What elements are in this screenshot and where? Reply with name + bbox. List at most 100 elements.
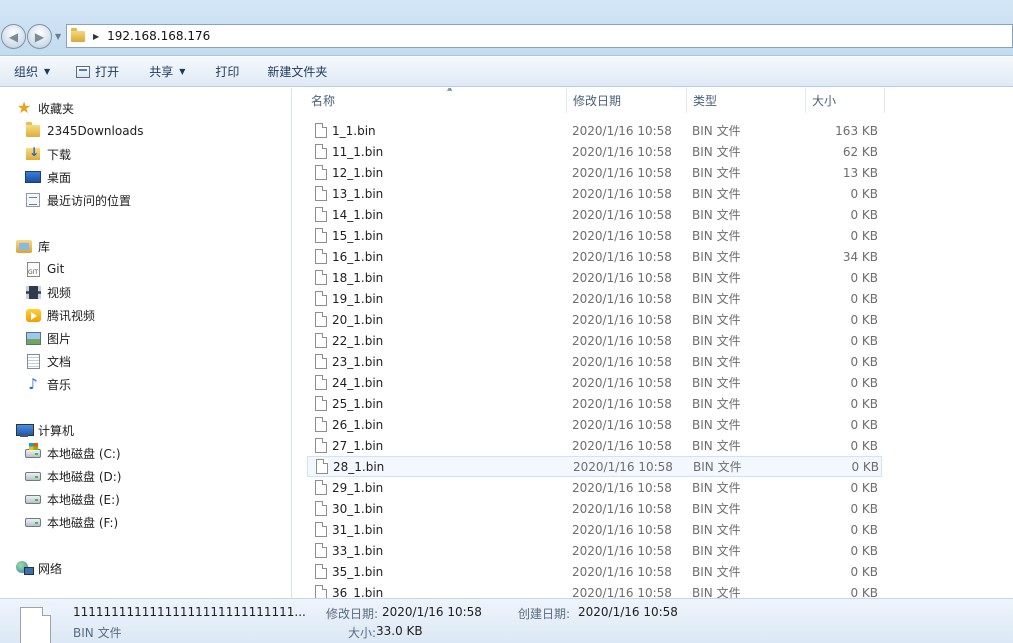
back-button[interactable]: ◀ <box>1 24 26 49</box>
music-icon: ♪ <box>28 375 38 393</box>
file-type: BIN 文件 <box>692 565 741 579</box>
file-row[interactable]: 25_1.bin 2020/1/16 10:58 BIN 文件 0 KB <box>307 393 882 414</box>
sidebar-item-label: 2345Downloads <box>47 124 144 138</box>
sidebar-item-label: 本地磁盘 (E:) <box>47 492 120 507</box>
sidebar-item-label: 网络 <box>38 561 63 576</box>
file-row[interactable]: 11_1.bin 2020/1/16 10:58 BIN 文件 62 KB <box>307 141 882 162</box>
address-path[interactable]: 192.168.168.176 <box>107 29 210 43</box>
file-icon <box>315 144 327 159</box>
sidebar-item-downloads[interactable]: 下载 <box>25 143 71 165</box>
file-row[interactable]: 20_1.bin 2020/1/16 10:58 BIN 文件 0 KB <box>307 309 882 330</box>
file-row[interactable]: 23_1.bin 2020/1/16 10:58 BIN 文件 0 KB <box>307 351 882 372</box>
file-row[interactable]: 29_1.bin 2020/1/16 10:58 BIN 文件 0 KB <box>307 477 882 498</box>
file-name: 36_1.bin <box>332 585 384 599</box>
file-row[interactable]: 35_1.bin 2020/1/16 10:58 BIN 文件 0 KB <box>307 561 882 582</box>
sidebar-item-drive-e[interactable]: 本地磁盘 (E:) <box>25 488 120 510</box>
file-row[interactable]: 12_1.bin 2020/1/16 10:58 BIN 文件 13 KB <box>307 162 882 183</box>
column-header-type[interactable]: 类型 <box>687 88 806 113</box>
sidebar-item-recent-places[interactable]: 最近访问的位置 <box>25 189 131 211</box>
organize-button[interactable]: 组织 ▼ <box>6 60 58 84</box>
forward-button[interactable]: ▶ <box>27 24 52 49</box>
new-folder-button[interactable]: 新建文件夹 <box>259 60 335 84</box>
file-modified-date: 2020/1/16 10:58 <box>572 123 672 138</box>
folder-icon <box>71 27 85 42</box>
column-header-size[interactable]: 大小 <box>806 88 885 113</box>
file-name: 12_1.bin <box>332 165 384 180</box>
file-icon <box>315 543 327 558</box>
file-name: 1_1.bin <box>332 123 376 138</box>
file-name: 27_1.bin <box>332 438 384 453</box>
file-icon <box>315 333 327 348</box>
sidebar-item-pictures[interactable]: 图片 <box>25 327 71 349</box>
file-row[interactable]: 19_1.bin 2020/1/16 10:58 BIN 文件 0 KB <box>307 288 882 309</box>
sidebar-item-videos[interactable]: 视频 <box>25 281 71 303</box>
file-name: 14_1.bin <box>332 207 384 222</box>
drive-icon <box>25 468 41 484</box>
sidebar-item-computer[interactable]: 计算机 <box>16 419 74 441</box>
file-icon <box>315 165 327 180</box>
file-size: 0 KB <box>850 291 878 306</box>
file-row[interactable]: 24_1.bin 2020/1/16 10:58 BIN 文件 0 KB <box>307 372 882 393</box>
computer-icon <box>16 422 34 438</box>
open-button[interactable]: 打开 <box>68 60 127 84</box>
sidebar-item-label: 文档 <box>47 354 72 369</box>
sidebar-item-drive-f[interactable]: 本地磁盘 (F:) <box>25 511 118 533</box>
file-size: 0 KB <box>850 543 878 558</box>
file-row[interactable]: 13_1.bin 2020/1/16 10:58 BIN 文件 0 KB <box>307 183 882 204</box>
file-row[interactable]: 18_1.bin 2020/1/16 10:58 BIN 文件 0 KB <box>307 267 882 288</box>
file-row[interactable]: 26_1.bin 2020/1/16 10:58 BIN 文件 0 KB <box>307 414 882 435</box>
file-size: 0 KB <box>850 312 878 327</box>
column-header-date[interactable]: 修改日期 <box>567 88 687 113</box>
sidebar-item-desktop[interactable]: 桌面 <box>25 166 71 188</box>
sidebar-item-libraries[interactable]: 库 <box>16 235 50 257</box>
file-row[interactable]: 1_1.bin 2020/1/16 10:58 BIN 文件 163 KB <box>307 120 882 141</box>
file-name: 31_1.bin <box>332 522 384 537</box>
share-button[interactable]: 共享 ▼ <box>141 60 193 84</box>
file-size: 0 KB <box>850 354 878 369</box>
file-type: BIN 文件 <box>692 313 741 327</box>
file-row[interactable]: 27_1.bin 2020/1/16 10:58 BIN 文件 0 KB <box>307 435 882 456</box>
sidebar-item-label: 本地磁盘 (F:) <box>47 515 119 530</box>
sidebar-item-label: 下载 <box>47 147 72 162</box>
file-row[interactable]: 30_1.bin 2020/1/16 10:58 BIN 文件 0 KB <box>307 498 882 519</box>
file-icon <box>315 354 327 369</box>
recent-pages-dropdown-icon[interactable]: ▼ <box>55 32 61 41</box>
sidebar-item-network[interactable]: 网络 <box>16 557 62 579</box>
sidebar-item-favorites[interactable]: ★ 收藏夹 <box>16 97 74 119</box>
file-modified-date: 2020/1/16 10:58 <box>572 417 672 432</box>
file-row[interactable]: 36_1.bin 2020/1/16 10:58 BIN 文件 0 KB <box>307 582 882 598</box>
file-row[interactable]: 33_1.bin 2020/1/16 10:58 BIN 文件 0 KB <box>307 540 882 561</box>
file-size: 0 KB <box>851 459 879 474</box>
file-row[interactable]: 15_1.bin 2020/1/16 10:58 BIN 文件 0 KB <box>307 225 882 246</box>
library-icon <box>16 238 32 254</box>
column-header-label: 名称 <box>311 94 336 108</box>
file-icon <box>315 522 327 537</box>
file-row[interactable]: 28_1.bin 2020/1/16 10:58 BIN 文件 0 KB <box>307 456 882 477</box>
file-row[interactable]: 31_1.bin 2020/1/16 10:58 BIN 文件 0 KB <box>307 519 882 540</box>
sidebar-item-music[interactable]: ♪ 音乐 <box>25 373 71 395</box>
file-row[interactable]: 16_1.bin 2020/1/16 10:58 BIN 文件 34 KB <box>307 246 882 267</box>
share-label: 共享 <box>149 65 174 79</box>
file-type: BIN 文件 <box>692 376 741 390</box>
sidebar-item-2345downloads[interactable]: 2345Downloads <box>25 120 143 142</box>
address-bar-region: ◀ ▶ ▼ ▶ 192.168.168.176 <box>0 0 1013 56</box>
file-name: 35_1.bin <box>332 564 384 579</box>
file-name: 19_1.bin <box>332 291 384 306</box>
print-button[interactable]: 打印 <box>207 60 247 84</box>
pictures-icon <box>25 330 41 346</box>
sidebar-item-documents[interactable]: 文档 <box>25 350 71 372</box>
file-icon <box>315 438 327 453</box>
column-header-name[interactable]: ▲ 名称 <box>305 88 567 113</box>
sidebar-item-git[interactable]: GIT Git <box>25 258 64 280</box>
file-size: 34 KB <box>842 249 878 264</box>
sidebar-item-tencent-video[interactable]: 腾讯视频 <box>25 304 95 326</box>
sidebar-item-drive-c[interactable]: 本地磁盘 (C:) <box>25 442 121 464</box>
file-row[interactable]: 22_1.bin 2020/1/16 10:58 BIN 文件 0 KB <box>307 330 882 351</box>
sidebar-item-label: 计算机 <box>38 423 75 438</box>
file-modified-date: 2020/1/16 10:58 <box>572 564 672 579</box>
downloads-icon <box>25 145 41 162</box>
sidebar-item-drive-d[interactable]: 本地磁盘 (D:) <box>25 465 121 487</box>
address-input[interactable]: ▶ 192.168.168.176 <box>66 24 1013 48</box>
breadcrumb-separator-icon[interactable]: ▶ <box>93 32 99 41</box>
file-row[interactable]: 14_1.bin 2020/1/16 10:58 BIN 文件 0 KB <box>307 204 882 225</box>
